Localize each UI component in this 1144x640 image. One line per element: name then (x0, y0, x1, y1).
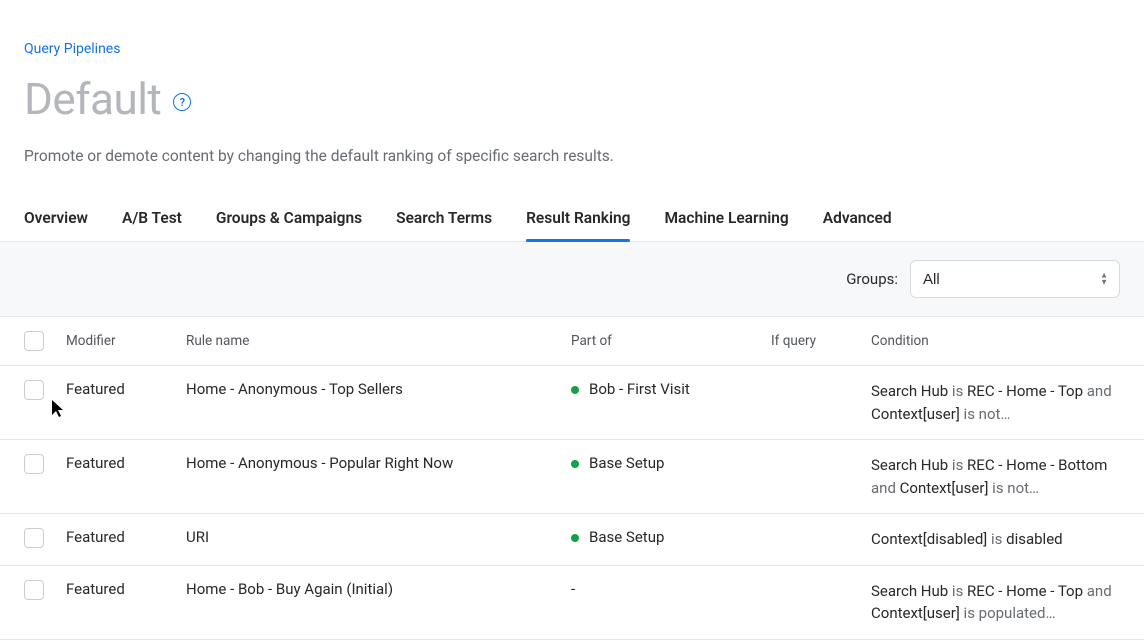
groups-label: Groups: (846, 270, 898, 288)
row-checkbox[interactable] (24, 380, 44, 400)
table-row[interactable]: FeaturedURI Base Setup Context[disabled] i… (0, 514, 1144, 566)
select-all-checkbox[interactable] (24, 331, 44, 351)
cell-condition: Search Hub is REC - Home - Top and Conte… (871, 380, 1120, 425)
table-row[interactable]: FeaturedHome - Anonymous - Top Sellers Bo… (0, 366, 1144, 440)
part-of-text: Base Setup (589, 528, 664, 546)
col-rule-name: Rule name (186, 333, 571, 349)
col-if-query: If query (771, 333, 871, 349)
cell-part-of: Base Setup (571, 528, 771, 546)
part-of-text: Bob - First Visit (589, 380, 690, 398)
cell-rule-name: Home - Bob - Buy Again (Initial) (186, 580, 571, 598)
cell-modifier: Featured (66, 380, 186, 398)
col-condition: Condition (871, 333, 1120, 349)
col-modifier: Modifier (66, 333, 186, 349)
tab-machine-learning[interactable]: Machine Learning (664, 209, 788, 241)
groups-select[interactable] (910, 260, 1120, 298)
help-icon[interactable]: ? (173, 93, 191, 111)
row-checkbox[interactable] (24, 528, 44, 548)
status-dot-icon (571, 460, 579, 468)
col-part-of: Part of (571, 333, 771, 349)
page-title: Default (24, 73, 161, 125)
status-dot-icon (571, 386, 579, 394)
status-dot-icon (571, 534, 579, 542)
part-of-text: Base Setup (589, 454, 664, 472)
row-checkbox[interactable] (24, 580, 44, 600)
tab-search-terms[interactable]: Search Terms (396, 209, 492, 241)
tab-groups-campaigns[interactable]: Groups & Campaigns (216, 209, 362, 241)
cell-condition: Context[disabled] is disabled (871, 528, 1120, 551)
table-row[interactable]: FeaturedHome - Bob - Buy Again (Initial)… (0, 566, 1144, 640)
tab-result-ranking[interactable]: Result Ranking (526, 209, 630, 241)
table-row[interactable]: FeaturedHome - Anonymous - Popular Right… (0, 440, 1144, 514)
cell-part-of: Bob - First Visit (571, 380, 771, 398)
cell-condition: Search Hub is REC - Home - Bottom and Co… (871, 454, 1120, 499)
result-table: Modifier Rule name Part of If query Cond… (0, 316, 1144, 640)
cell-rule-name: URI (186, 528, 571, 546)
cell-modifier: Featured (66, 580, 186, 598)
breadcrumb-link[interactable]: Query Pipelines (24, 41, 120, 57)
cell-modifier: Featured (66, 454, 186, 472)
cell-rule-name: Home - Anonymous - Popular Right Now (186, 454, 571, 472)
row-checkbox[interactable] (24, 454, 44, 474)
cell-modifier: Featured (66, 528, 186, 546)
cell-part-of: - (571, 580, 771, 598)
tab-overview[interactable]: Overview (24, 209, 88, 241)
cell-condition: Search Hub is REC - Home - Top and Conte… (871, 580, 1120, 625)
cell-part-of: Base Setup (571, 454, 771, 472)
tabs: Overview A/B Test Groups & Campaigns Search… (24, 209, 1120, 241)
cell-rule-name: Home - Anonymous - Top Sellers (186, 380, 571, 398)
tab-advanced[interactable]: Advanced (823, 209, 892, 241)
page-description: Promote or demote content by changing th… (24, 147, 1120, 165)
breadcrumb: Query Pipelines (24, 0, 1120, 57)
part-of-text: - (571, 580, 575, 598)
tab-a-b-test[interactable]: A/B Test (122, 209, 182, 241)
